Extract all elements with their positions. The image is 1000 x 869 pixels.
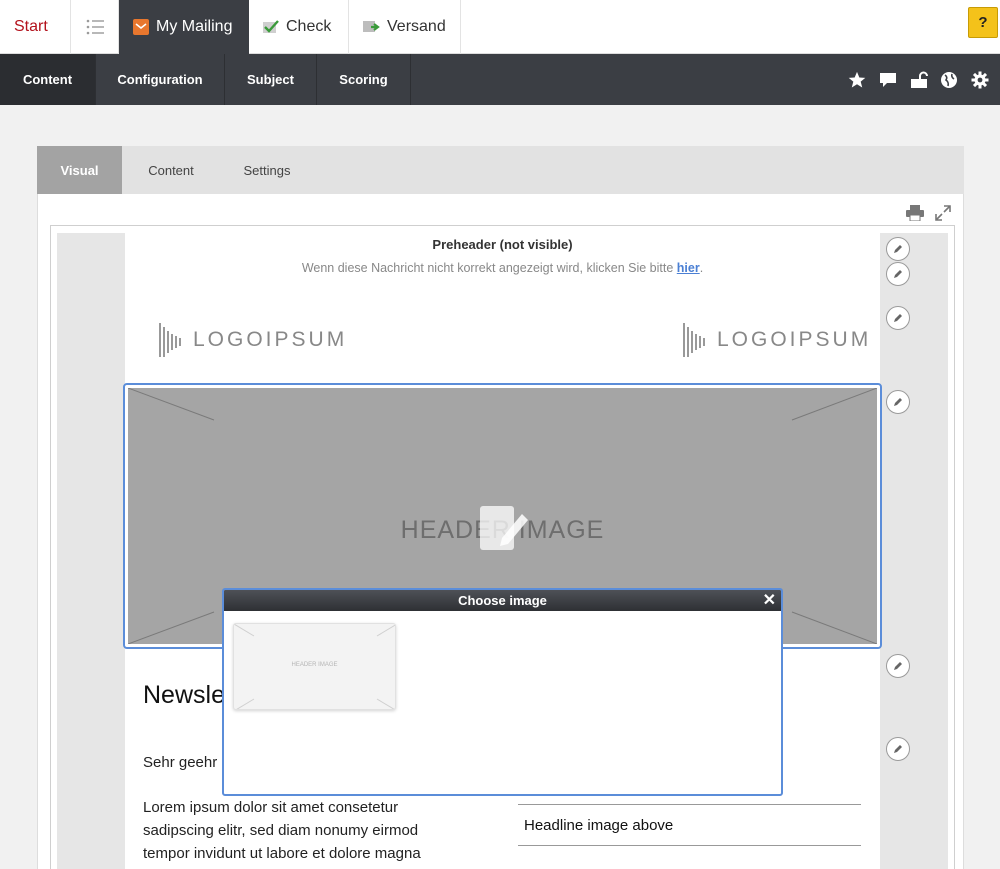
globe-icon[interactable] [938,69,960,91]
subnav-subject[interactable]: Subject [225,54,317,105]
tab-check[interactable]: Check [249,0,349,54]
edit-icon[interactable] [478,504,530,556]
help-button[interactable]: ? [968,7,998,38]
pencil-icon [894,745,902,753]
pencil-icon [894,314,902,322]
tab-content-label: Content [148,162,194,178]
tab-list[interactable] [71,0,119,54]
logo-right-text: LOGOIPSUM [717,328,872,351]
preheader-title: Preheader (not visible) [432,237,573,252]
tab-start[interactable]: Start [0,0,71,54]
pencil-icon [894,245,902,253]
list-icon [86,19,104,35]
gear-icon[interactable] [969,69,991,91]
edit-text-button[interactable] [886,737,910,761]
send-icon [363,21,380,32]
tab-my-mailing[interactable]: My Mailing [119,0,249,54]
tab-check-label: Check [286,18,332,35]
check-icon [263,20,279,33]
fullscreen-icon[interactable] [935,205,951,226]
body-text: Lorem ipsum dolor sit amet consetetur sa… [143,799,421,862]
subnav-content-label: Content [22,72,73,87]
preheader-text: Wenn diese Nachricht nicht korrekt angez… [125,261,880,275]
preheader-link[interactable]: hier [677,261,700,275]
pencil-icon [894,270,902,278]
star-icon[interactable] [846,69,868,91]
tab-versand-label: Versand [387,18,446,35]
edit-preheader-button[interactable] [886,237,910,261]
logo-left: LOGOIPSUM [159,321,347,359]
subnav-content[interactable]: Content [0,54,96,105]
right-gutter [880,233,948,869]
tab-settings[interactable]: Settings [220,146,314,194]
edit-logo-button[interactable] [886,306,910,330]
tab-visual-label: Visual [60,162,99,178]
subnav-subject-label: Subject [247,72,294,87]
tab-settings-label: Settings [243,162,291,178]
subnav-configuration-label: Configuration [117,72,203,87]
tab-content[interactable]: Content [122,146,220,194]
tab-versand[interactable]: Versand [349,0,461,54]
tab-visual[interactable]: Visual [37,146,122,194]
logo-right-mark [683,323,705,357]
subnav-configuration[interactable]: Configuration [96,54,225,105]
logo-left-mark [159,323,181,357]
pencil-icon [894,662,902,670]
subnav-scoring[interactable]: Scoring [317,54,411,105]
edit-preheader-text-button[interactable] [886,262,910,286]
choose-image-dialog: Choose image ✕ HEADER IMAGE [222,588,783,796]
edit-headline-button[interactable] [886,654,910,678]
tab-my-mailing-label: My Mailing [156,18,233,35]
edit-header-image-button[interactable] [886,390,910,414]
top-tab-bar: Start My Mailing Check Versand [0,0,1000,54]
dialog-titlebar: Choose image ✕ [224,590,781,611]
help-icon: ? [978,14,988,31]
side-headline-text: Headline image above [524,816,674,834]
dialog-title: Choose image [458,593,547,608]
side-headline: Headline image above [518,804,861,846]
subnav-scoring-label: Scoring [339,72,388,87]
logo-right: LOGOIPSUM [683,321,871,359]
preheader-end: . [699,261,704,275]
logo-left-text: LOGOIPSUM [193,328,348,351]
left-gutter [57,233,125,869]
unlock-icon[interactable] [908,69,930,91]
thumbnail-label: HEADER IMAGE [291,662,338,668]
pencil-icon [894,398,902,406]
image-thumbnail[interactable]: HEADER IMAGE [233,623,396,710]
newsletter-headline: Newsle [143,681,225,709]
mail-icon [133,19,149,35]
editor-tabs: Visual Content Settings [37,146,964,194]
tab-start-label: Start [14,18,48,35]
print-icon[interactable] [906,205,924,226]
sub-navigation: Content Configuration Subject Scoring [0,54,1000,105]
dialog-close-icon[interactable]: ✕ [763,590,776,611]
preheader-message: Wenn diese Nachricht nicht korrekt angez… [301,261,677,275]
salutation-text: Sehr geehr [143,754,218,771]
comment-icon[interactable] [877,69,899,91]
